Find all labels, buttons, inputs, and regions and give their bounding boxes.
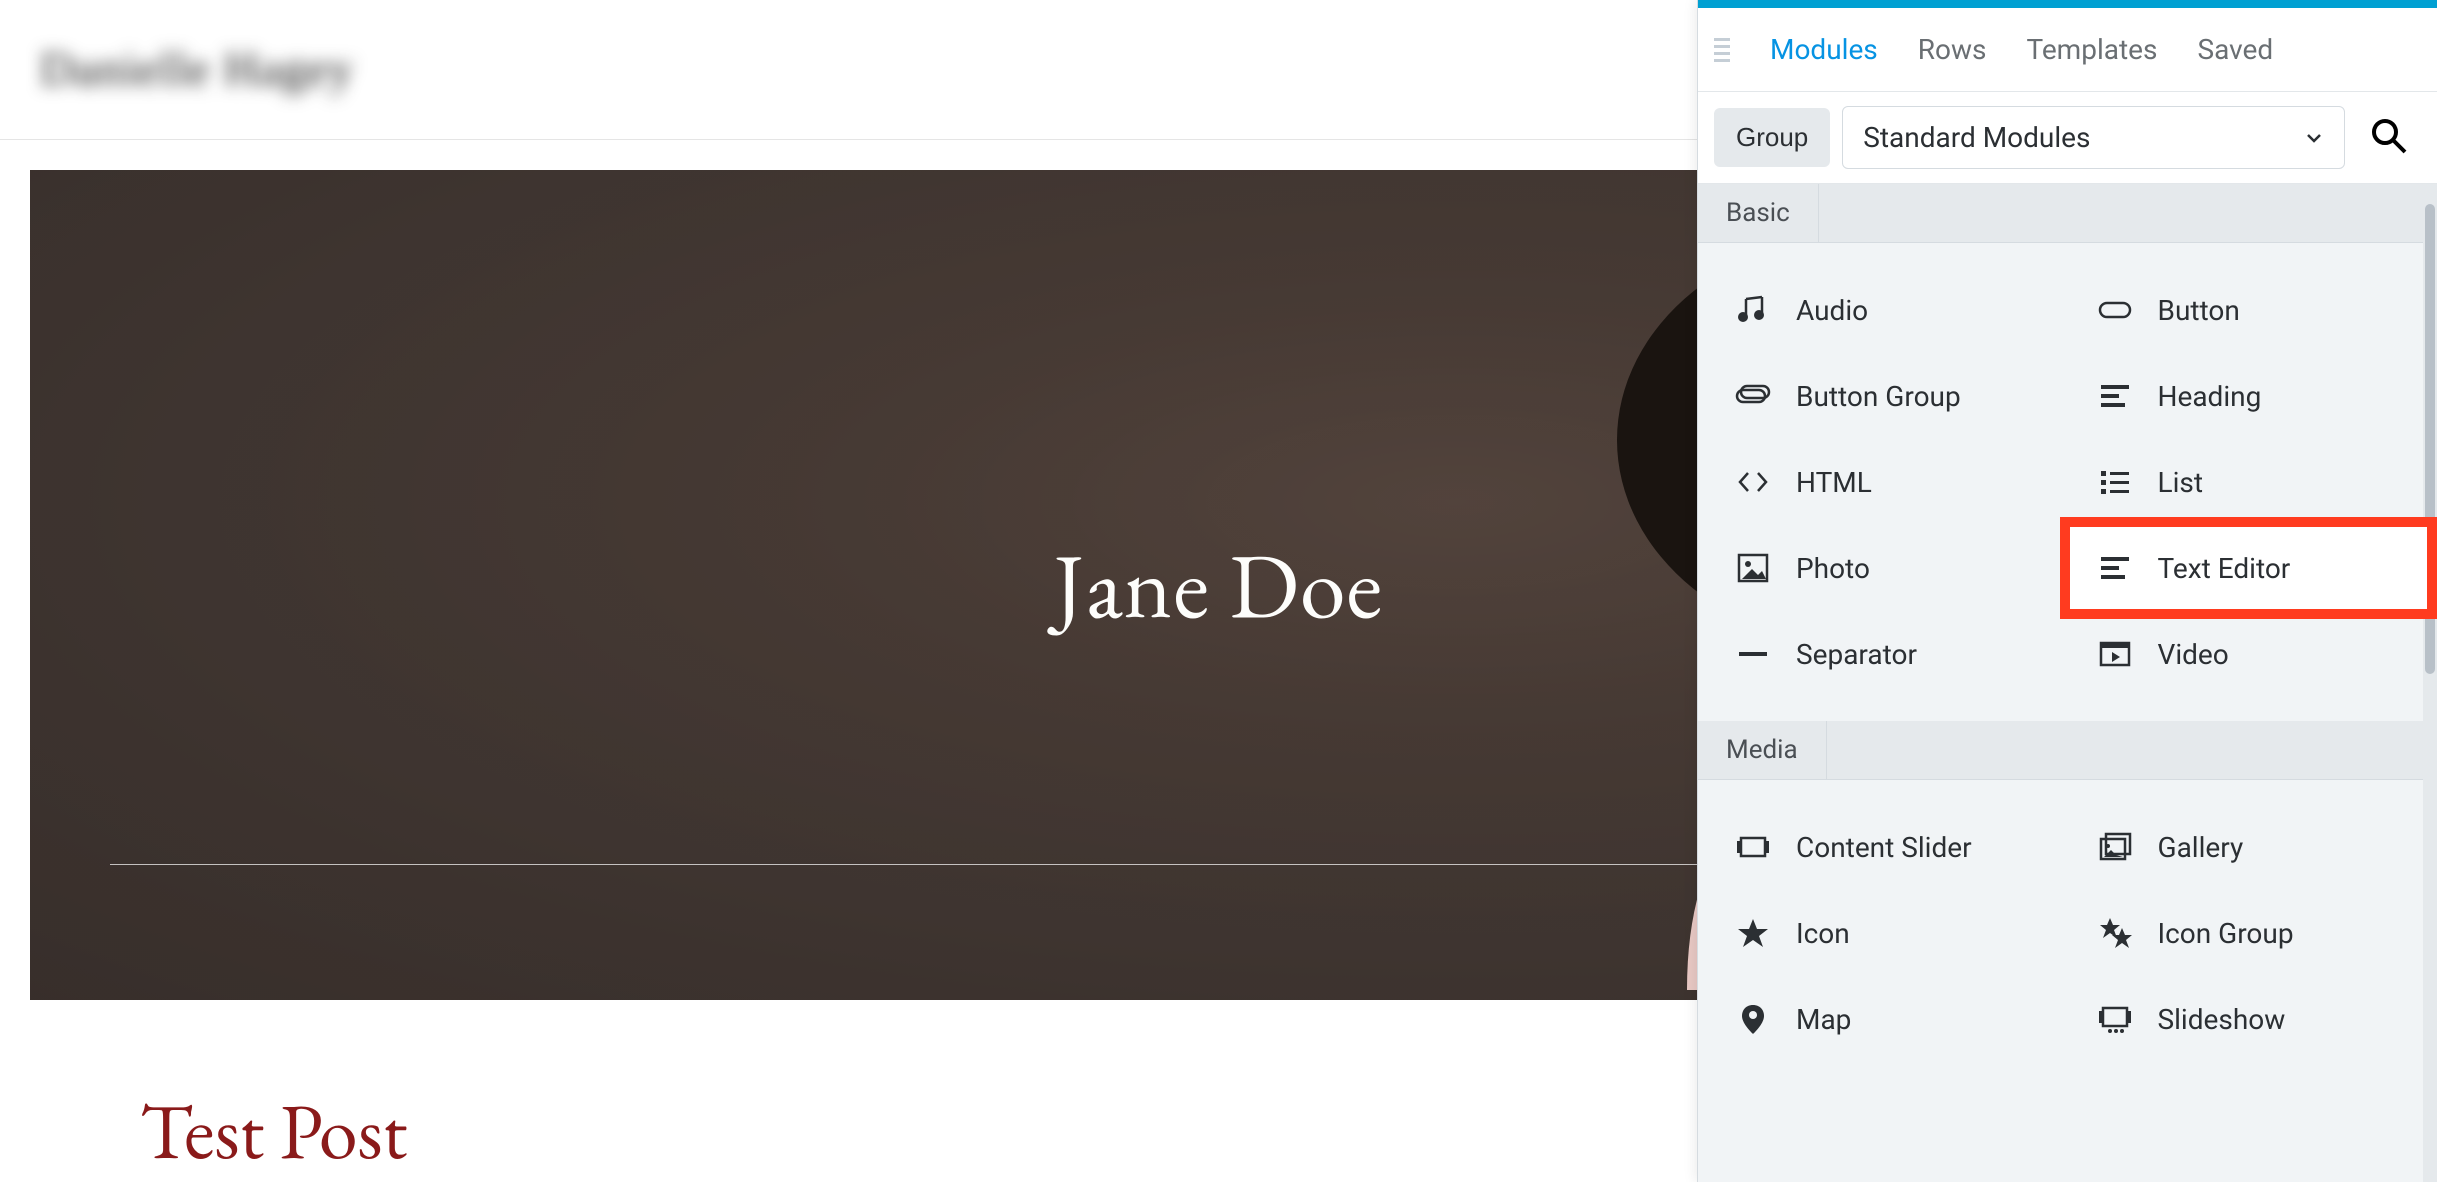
- chevron-down-icon: [2304, 128, 2324, 148]
- section-basic[interactable]: Basic: [1698, 184, 1819, 242]
- module-label: List: [2158, 466, 2204, 499]
- scrollbar-track[interactable]: [2423, 200, 2437, 1182]
- module-label: Heading: [2158, 380, 2262, 413]
- separator-icon: [1734, 635, 1772, 673]
- content-slider-icon: [1734, 828, 1772, 866]
- tab-modules[interactable]: Modules: [1770, 33, 1878, 66]
- panel-body: Basic Audio Button Button Group Heading HTML…: [1698, 184, 2437, 1182]
- module-heading[interactable]: Heading: [2068, 353, 2430, 439]
- module-label: Slideshow: [2158, 1003, 2286, 1036]
- button-group-icon: [1734, 377, 1772, 415]
- module-icon-group[interactable]: Icon Group: [2068, 890, 2430, 976]
- module-content-slider[interactable]: Content Slider: [1706, 804, 2068, 890]
- module-grid-media: Content Slider Gallery Icon Icon Group Map Sl…: [1698, 780, 2437, 1086]
- map-icon: [1734, 1000, 1772, 1038]
- audio-icon: [1734, 291, 1772, 329]
- module-map[interactable]: Map: [1706, 976, 2068, 1062]
- module-slideshow[interactable]: Slideshow: [2068, 976, 2430, 1062]
- hero-title: Jane Doe: [1054, 525, 1384, 645]
- html-icon: [1734, 463, 1772, 501]
- gallery-icon: [2096, 828, 2134, 866]
- module-label: Button: [2158, 294, 2240, 327]
- module-label: Video: [2158, 638, 2229, 671]
- slideshow-icon: [2096, 1000, 2134, 1038]
- site-logo[interactable]: Danielle Hagey: [40, 42, 354, 97]
- icon-group-icon: [2096, 914, 2134, 952]
- module-grid-basic: Audio Button Button Group Heading HTML List Ph…: [1698, 243, 2437, 721]
- module-label: Gallery: [2158, 831, 2244, 864]
- module-button[interactable]: Button: [2068, 267, 2430, 353]
- module-photo[interactable]: Photo: [1706, 525, 2068, 611]
- icon-icon: [1734, 914, 1772, 952]
- module-video[interactable]: Video: [2068, 611, 2430, 697]
- group-select[interactable]: Standard Modules: [1842, 106, 2345, 169]
- search-icon: [2369, 116, 2409, 156]
- photo-icon: [1734, 549, 1772, 587]
- module-list[interactable]: List: [2068, 439, 2430, 525]
- video-icon: [2096, 635, 2134, 673]
- module-label: Icon: [1796, 917, 1850, 950]
- module-label: Map: [1796, 1003, 1851, 1036]
- module-label: Audio: [1796, 294, 1868, 327]
- module-label: Icon Group: [2158, 917, 2294, 950]
- module-text-editor[interactable]: Text Editor: [2068, 525, 2430, 611]
- module-button-group[interactable]: Button Group: [1706, 353, 2068, 439]
- group-select-value: Standard Modules: [1863, 121, 2090, 154]
- heading-icon: [2096, 377, 2134, 415]
- module-gallery[interactable]: Gallery: [2068, 804, 2430, 890]
- search-button[interactable]: [2357, 108, 2421, 167]
- module-separator[interactable]: Separator: [1706, 611, 2068, 697]
- group-button[interactable]: Group: [1714, 108, 1830, 167]
- panel-accent: [1698, 0, 2437, 8]
- tab-templates[interactable]: Templates: [2026, 33, 2157, 66]
- modules-panel: Modules Rows Templates Saved Group Stand…: [1697, 0, 2437, 1182]
- module-audio[interactable]: Audio: [1706, 267, 2068, 353]
- module-label: Text Editor: [2158, 552, 2291, 585]
- module-label: Separator: [1796, 638, 1917, 671]
- list-icon: [2096, 463, 2134, 501]
- text-editor-icon: [2096, 549, 2134, 587]
- module-html[interactable]: HTML: [1706, 439, 2068, 525]
- drag-handle-icon[interactable]: [1714, 30, 1730, 70]
- module-label: Photo: [1796, 552, 1870, 585]
- section-media[interactable]: Media: [1698, 721, 1827, 779]
- tab-rows[interactable]: Rows: [1918, 33, 1987, 66]
- module-label: Content Slider: [1796, 831, 1972, 864]
- panel-tabs: Modules Rows Templates Saved: [1698, 8, 2437, 92]
- module-icon[interactable]: Icon: [1706, 890, 2068, 976]
- module-label: Button Group: [1796, 380, 1961, 413]
- tab-saved[interactable]: Saved: [2197, 33, 2273, 66]
- module-label: HTML: [1796, 466, 1872, 499]
- panel-caret-icon: [2148, 0, 2184, 6]
- group-row: Group Standard Modules: [1698, 92, 2437, 184]
- button-icon: [2096, 291, 2134, 329]
